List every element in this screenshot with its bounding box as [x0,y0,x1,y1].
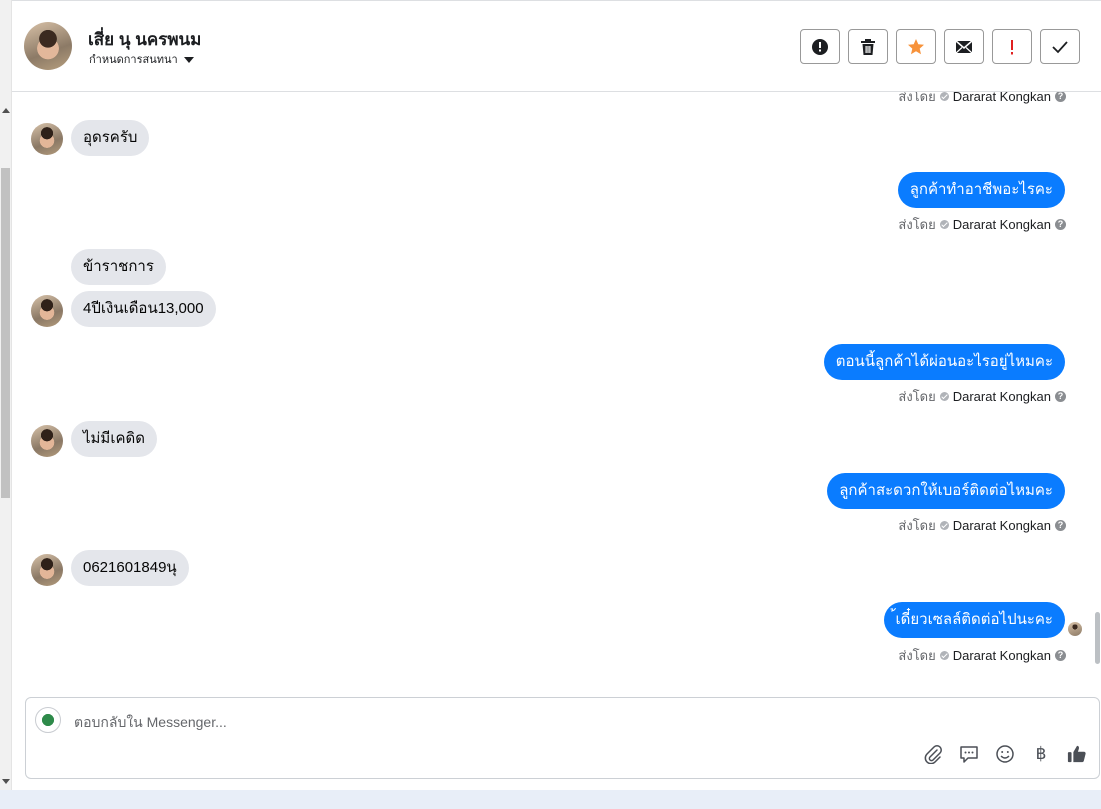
outgoing-message[interactable]: ตอนนี้ลูกค้าได้ผ่อนอะไรอยู่ไหมคะ [823,344,1065,380]
saved-reply-icon [960,746,978,763]
customer-avatar[interactable] [31,425,63,457]
scroll-up-arrow-icon[interactable] [2,108,10,113]
star-button[interactable] [896,29,936,64]
exclamation-icon [1011,39,1013,54]
scroll-down-arrow-icon[interactable] [2,779,10,784]
help-icon[interactable]: ? [1055,219,1066,230]
payment-button[interactable]: ฿ [1031,744,1051,764]
mark-unread-button[interactable] [944,29,984,64]
sent-by-label: ส่งโดย [898,217,936,232]
customer-avatar[interactable] [31,123,63,155]
check-icon [1052,40,1068,53]
mark-spam-button[interactable] [800,29,840,64]
outgoing-message[interactable]: ลูกค้าสะดวกให้เบอร์ติดต่อไหมคะ [827,473,1065,509]
message-thread[interactable]: ส่งโดย Dararat Kongkan ? อุดรครับ ลูกค้า… [12,92,1101,688]
sent-by-label: ส่งโดย [898,648,936,663]
sent-by-line: ส่งโดย Dararat Kongkan ? [898,214,1066,235]
verified-icon [939,392,949,401]
agent-name[interactable]: Dararat Kongkan [953,648,1051,663]
saved-reply-button[interactable] [959,744,979,764]
verified-icon [939,92,949,101]
mark-important-button[interactable] [992,29,1032,64]
emoji-button[interactable] [995,744,1015,764]
contact-name[interactable]: เสี่ย นุ นครพนม [88,26,201,53]
verified-icon [939,521,949,530]
composer-actions: ฿ [923,744,1087,764]
emoji-icon [996,745,1014,763]
agent-name[interactable]: Dararat Kongkan [953,217,1051,232]
alert-circle-icon [812,38,828,55]
verified-icon [939,220,949,229]
sent-by-line: ส่งโดย Dararat Kongkan ? [898,92,1066,107]
incoming-message[interactable]: ข้าราชการ [71,249,166,285]
agent-name[interactable]: Dararat Kongkan [953,518,1051,533]
like-button[interactable] [1067,744,1087,764]
thumbs-up-icon [1067,745,1086,763]
paperclip-icon [924,745,942,764]
attachment-button[interactable] [923,744,943,764]
baht-icon: ฿ [1035,744,1047,763]
assign-conversation-label: กำหนดการสนทนา [89,54,178,66]
outer-scrollbar[interactable] [0,0,12,790]
page-avatar [35,707,61,733]
delete-button[interactable] [848,29,888,64]
incoming-message[interactable]: 4ปีเงินเดือน13,000 [71,291,216,327]
customer-avatar[interactable] [31,554,63,586]
scrollbar-thumb[interactable] [1,168,10,498]
customer-avatar[interactable] [31,295,63,327]
help-icon[interactable]: ? [1055,520,1066,531]
sent-by-line: ส่งโดย Dararat Kongkan ? [898,515,1066,536]
seen-indicator-avatar [1068,622,1082,636]
reply-composer: ฿ [25,697,1100,779]
outgoing-message[interactable]: ้เดี๋ยวเซลล์ติดต่อไปนะคะ [883,602,1065,638]
verified-icon [939,651,949,660]
mark-done-button[interactable] [1040,29,1080,64]
sent-by-label: ส่งโดย [898,92,936,104]
incoming-message[interactable]: ไม่มีเคดิด [71,421,157,457]
sent-by-line: ส่งโดย Dararat Kongkan ? [898,386,1066,407]
caret-down-icon [183,56,194,63]
trash-icon [861,38,875,55]
bottom-strip [0,790,1101,809]
reply-input[interactable] [74,712,874,732]
incoming-message[interactable]: อุดรครับ [71,120,150,156]
conversation-toolbar [800,29,1080,64]
star-icon [908,38,924,54]
envelope-icon [955,39,973,53]
outgoing-message[interactable]: ลูกค้าทำอาชีพอะไรคะ [897,172,1065,208]
agent-name[interactable]: Dararat Kongkan [953,92,1051,104]
help-icon[interactable]: ? [1055,92,1066,102]
agent-name[interactable]: Dararat Kongkan [953,389,1051,404]
help-icon[interactable]: ? [1055,391,1066,402]
sent-by-label: ส่งโดย [898,389,936,404]
assign-conversation-dropdown[interactable]: กำหนดการสนทนา [89,50,194,68]
conversation-header: เสี่ย นุ นครพนม กำหนดการสนทนา [12,4,1101,92]
contact-avatar[interactable] [24,22,72,70]
sent-by-label: ส่งโดย [898,518,936,533]
help-icon[interactable]: ? [1055,650,1066,661]
thread-scrollbar[interactable] [1095,92,1101,688]
sent-by-line: ส่งโดย Dararat Kongkan ? [898,645,1066,666]
incoming-message[interactable]: 0621601849นุ [71,550,189,586]
thread-scrollbar-thumb[interactable] [1095,612,1100,664]
